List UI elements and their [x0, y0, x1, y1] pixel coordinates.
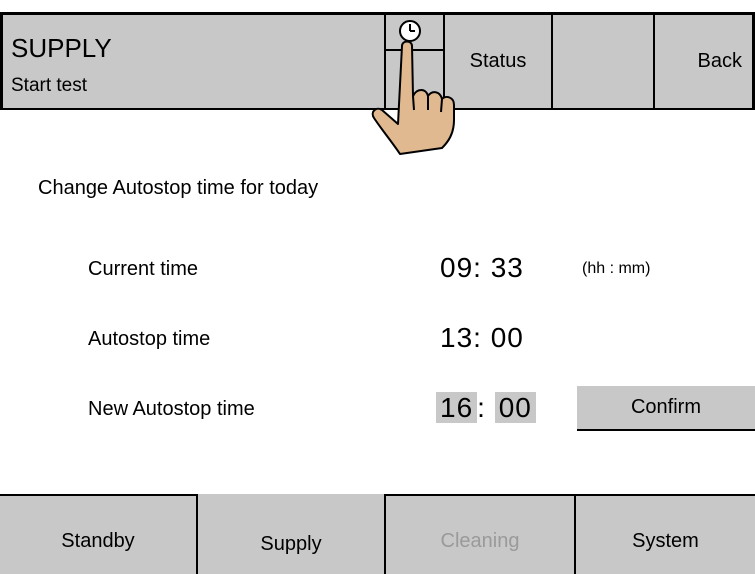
confirm-button-label: Confirm — [630, 396, 701, 418]
new-autostop-time-label: New Autostop time — [88, 398, 255, 420]
pointing-hand-icon — [371, 40, 455, 155]
tab-standby[interactable]: Standby — [0, 494, 196, 574]
new-autostop-time-value: 16: 00 — [436, 392, 546, 424]
status-button-label: Status — [469, 50, 527, 72]
tab-supply[interactable]: Supply — [198, 494, 384, 574]
time-unit-label: (hh : mm) — [582, 260, 651, 277]
tab-system-label: System — [632, 529, 699, 552]
section-heading: Change Autostop time for today — [38, 177, 319, 199]
new-autostop-minutes-field[interactable]: 00 — [494, 392, 536, 423]
back-button[interactable]: Back — [655, 15, 755, 108]
current-time-value: 09: 33 — [440, 252, 550, 284]
current-time-hours: 09 — [440, 252, 474, 283]
autostop-time-minutes: 00 — [490, 322, 524, 353]
back-button-label: Back — [697, 50, 742, 72]
time-separator: : — [473, 322, 482, 353]
title-panel: SUPPLY Start test — [0, 15, 386, 108]
tab-supply-label: Supply — [260, 532, 322, 555]
tab-standby-label: Standby — [61, 529, 135, 552]
tab-cleaning-label: Cleaning — [440, 529, 520, 552]
autostop-time-label: Autostop time — [88, 328, 211, 350]
confirm-button[interactable]: Confirm — [577, 386, 755, 431]
time-separator: : — [473, 252, 482, 283]
time-separator: : — [477, 392, 486, 423]
new-autostop-hours-field[interactable]: 16 — [436, 392, 478, 423]
tab-system[interactable]: System — [576, 494, 755, 574]
autostop-time-hours: 13 — [440, 322, 474, 353]
current-time-minutes: 33 — [490, 252, 524, 283]
page-subtitle: Start test — [11, 75, 88, 96]
autostop-time-value: 13: 00 — [440, 322, 550, 354]
current-time-label: Current time — [88, 258, 199, 280]
page-title: SUPPLY — [11, 33, 112, 63]
tab-cleaning: Cleaning — [386, 494, 574, 574]
blank-header-button — [553, 15, 655, 108]
